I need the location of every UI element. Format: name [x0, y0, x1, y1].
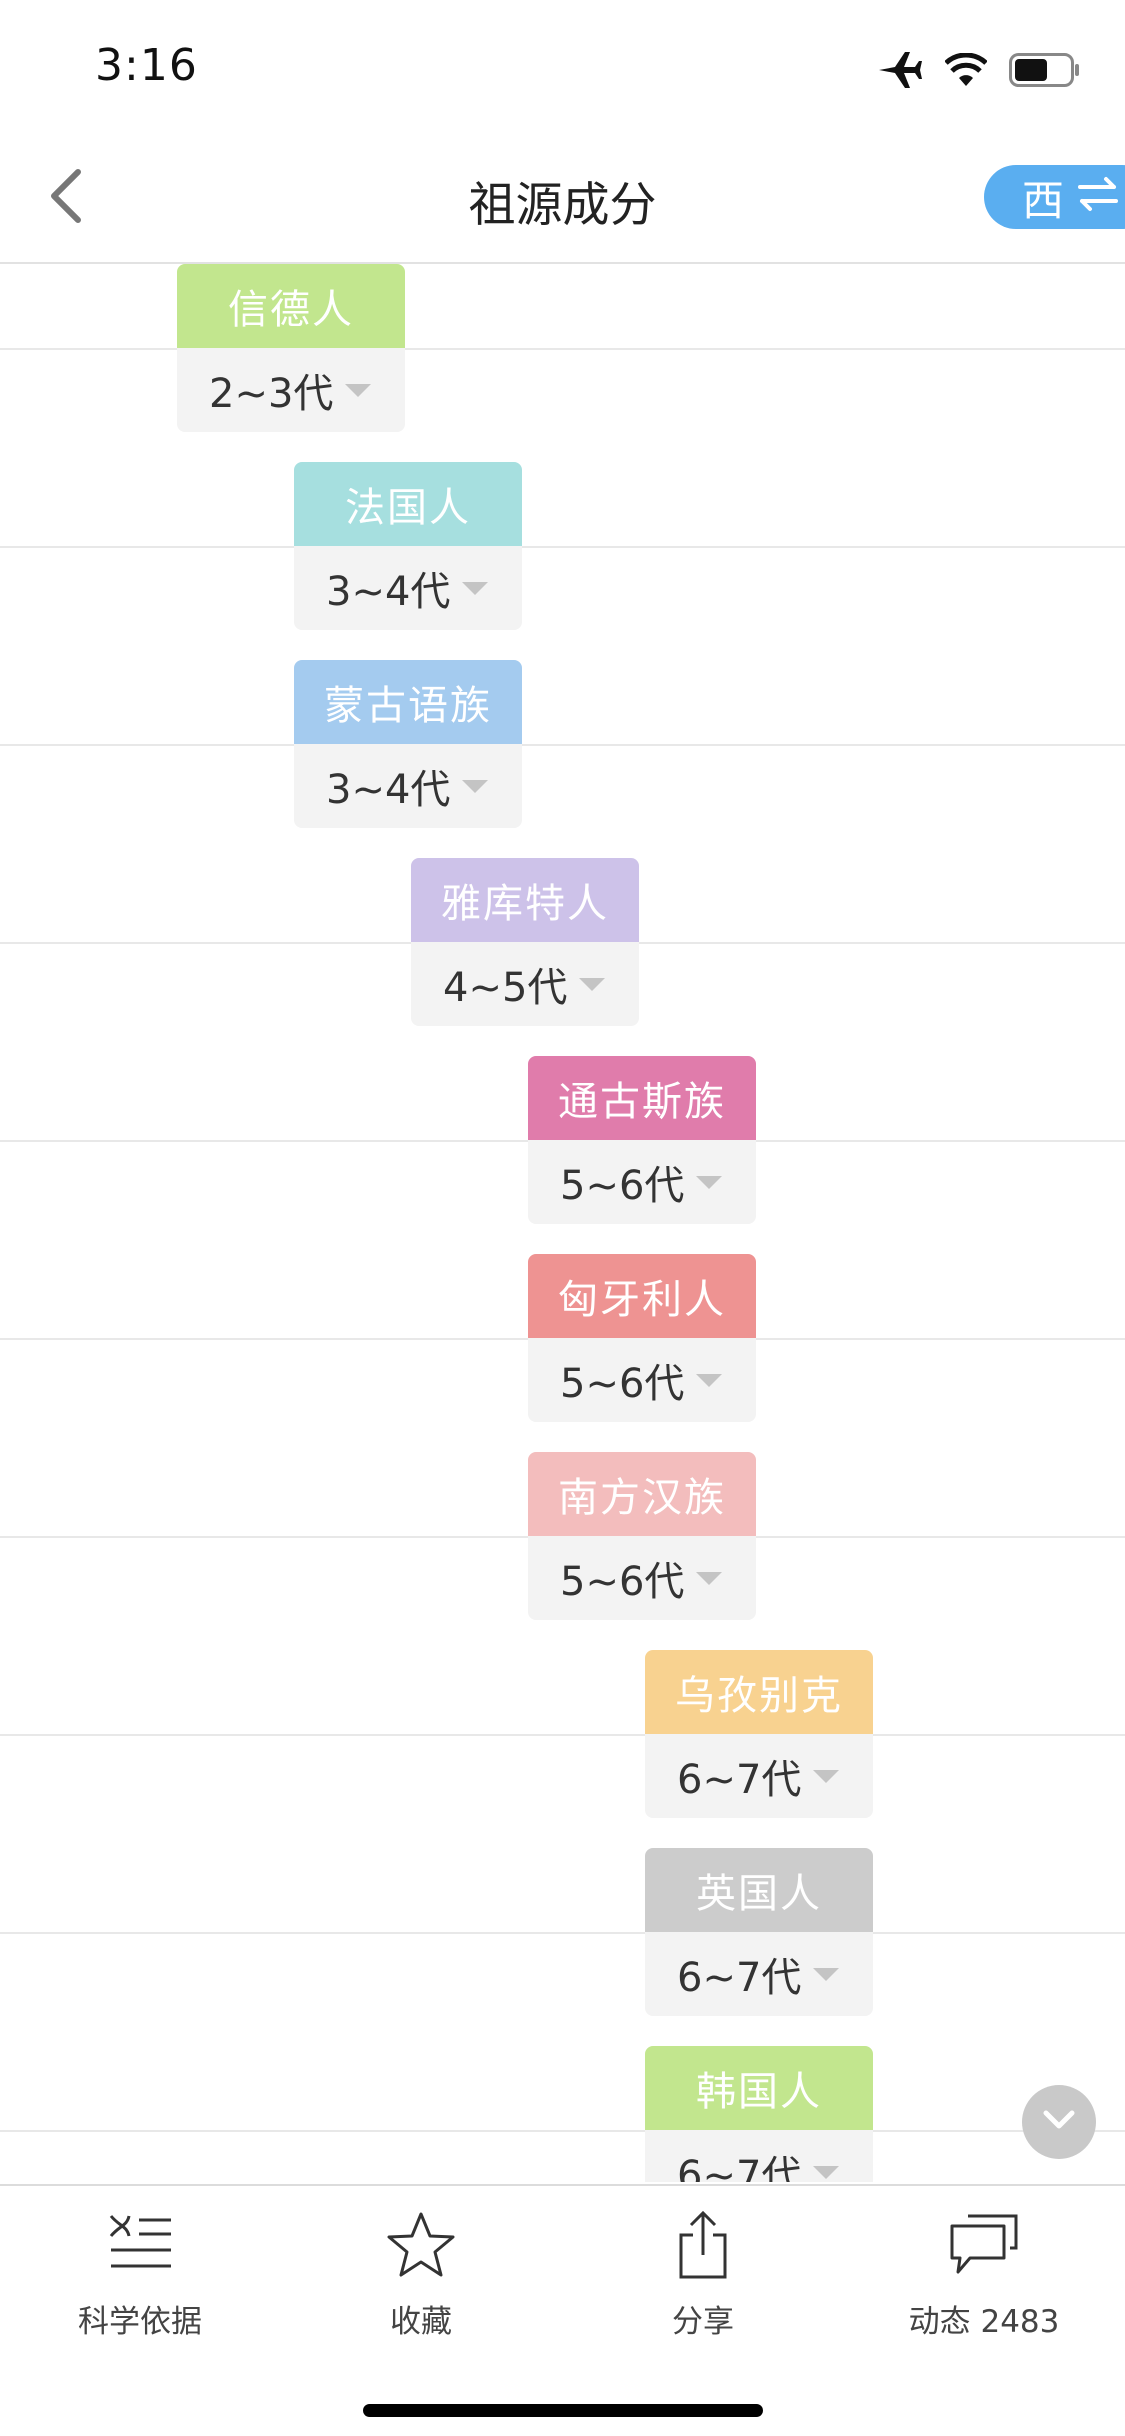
tab-label: 收藏 [390, 2304, 452, 2340]
caret-down-icon [462, 779, 488, 793]
ancestry-card[interactable]: 匈牙利人 5~6代 [528, 1254, 756, 1422]
generation-selector[interactable]: 5~6代 [528, 1140, 756, 1224]
tab-label: 动态 2483 [908, 2304, 1060, 2340]
caret-down-icon [813, 1967, 839, 1981]
ancestry-card[interactable]: 乌孜别克 6~7代 [645, 1650, 873, 1818]
ancestry-row: 英国人 6~7代 [0, 1848, 1125, 2046]
generation-selector[interactable]: 3~4代 [294, 546, 522, 630]
tab-favorite[interactable]: 收藏 [311, 2206, 531, 2356]
generation-value: 6~7代 [677, 1757, 802, 1803]
generation-value: 5~6代 [560, 1163, 685, 1209]
ancestry-list[interactable]: 信德人 2~3代 法国人 3~4代 蒙古语族 3~4代 雅库特人 4~5代 通古… [0, 264, 1125, 2182]
generation-value: 6~7代 [677, 1955, 802, 2001]
ancestry-name: 英国人 [645, 1848, 873, 1932]
star-icon [385, 2206, 457, 2284]
scroll-down-button[interactable] [1022, 2085, 1096, 2159]
generation-value: 5~6代 [560, 1559, 685, 1605]
ancestry-row: 蒙古语族 3~4代 [0, 660, 1125, 858]
ancestry-name: 匈牙利人 [528, 1254, 756, 1338]
generation-selector[interactable]: 5~6代 [528, 1536, 756, 1620]
chat-bubbles-icon [948, 2206, 1020, 2284]
ancestry-row: 乌孜别克 6~7代 [0, 1650, 1125, 1848]
tab-science[interactable]: 科学依据 [30, 2206, 250, 2356]
ancestry-name: 雅库特人 [411, 858, 639, 942]
generation-selector[interactable]: 6~7代 [645, 1734, 873, 1818]
wifi-icon [944, 52, 988, 91]
airplane-icon [877, 50, 923, 94]
home-indicator[interactable] [363, 2404, 763, 2417]
caret-down-icon [813, 1769, 839, 1783]
region-toggle-button[interactable]: 西 [984, 165, 1125, 229]
ancestry-card[interactable]: 蒙古语族 3~4代 [294, 660, 522, 828]
tab-bar: 科学依据 收藏 分享 动态 2483 [0, 2184, 1125, 2436]
row-divider [0, 744, 1125, 746]
ancestry-card[interactable]: 韩国人 6~7代 [645, 2046, 873, 2182]
generation-value: 2~3代 [209, 371, 334, 417]
generation-value: 5~6代 [560, 1361, 685, 1407]
dna-list-icon [105, 2206, 175, 2284]
ancestry-name: 乌孜别克 [645, 1650, 873, 1734]
page-title: 祖源成分 [468, 178, 657, 233]
swap-arrows-icon [1078, 173, 1119, 222]
generation-selector[interactable]: 4~5代 [411, 942, 639, 1026]
ancestry-card[interactable]: 信德人 2~3代 [177, 264, 405, 432]
tab-share[interactable]: 分享 [593, 2206, 813, 2356]
ancestry-card[interactable]: 通古斯族 5~6代 [528, 1056, 756, 1224]
ancestry-name: 南方汉族 [528, 1452, 756, 1536]
caret-down-icon [462, 581, 488, 595]
generation-selector[interactable]: 2~3代 [177, 348, 405, 432]
caret-down-icon [696, 1373, 722, 1387]
tab-label: 科学依据 [78, 2304, 202, 2340]
status-bar: 3:16 [0, 0, 1125, 132]
ancestry-row: 雅库特人 4~5代 [0, 858, 1125, 1056]
tab-activity[interactable]: 动态 2483 [874, 2206, 1094, 2356]
caret-down-icon [579, 977, 605, 991]
caret-down-icon [696, 1175, 722, 1189]
status-time: 3:16 [95, 40, 198, 91]
ancestry-name: 信德人 [177, 264, 405, 348]
ancestry-name: 通古斯族 [528, 1056, 756, 1140]
generation-value: 3~4代 [326, 767, 451, 813]
ancestry-row: 通古斯族 5~6代 [0, 1056, 1125, 1254]
screen: 3:16 祖源成分 西 信德人 2~3代 法国人 3~4代 蒙古语族 3~4代 … [0, 0, 1125, 2436]
ancestry-row: 匈牙利人 5~6代 [0, 1254, 1125, 1452]
chevron-down-icon [1042, 2109, 1076, 2135]
ancestry-name: 法国人 [294, 462, 522, 546]
generation-selector[interactable]: 5~6代 [528, 1338, 756, 1422]
share-icon [673, 2206, 733, 2284]
battery-icon [1009, 53, 1081, 91]
ancestry-row: 韩国人 6~7代 [0, 2046, 1125, 2182]
caret-down-icon [813, 2165, 839, 2179]
caret-down-icon [345, 383, 371, 397]
ancestry-name: 韩国人 [645, 2046, 873, 2130]
generation-value: 6~7代 [677, 2153, 802, 2182]
ancestry-name: 蒙古语族 [294, 660, 522, 744]
ancestry-row: 信德人 2~3代 [0, 264, 1125, 462]
row-divider [0, 1734, 1125, 1736]
ancestry-card[interactable]: 南方汉族 5~6代 [528, 1452, 756, 1620]
ancestry-row: 法国人 3~4代 [0, 462, 1125, 660]
generation-selector[interactable]: 6~7代 [645, 2130, 873, 2182]
ancestry-card[interactable]: 英国人 6~7代 [645, 1848, 873, 2016]
row-divider [0, 1932, 1125, 1934]
status-icons [877, 50, 1081, 94]
toggle-label: 西 [1022, 175, 1065, 225]
ancestry-card[interactable]: 法国人 3~4代 [294, 462, 522, 630]
caret-down-icon [696, 1571, 722, 1585]
row-divider [0, 348, 1125, 350]
generation-value: 4~5代 [443, 965, 568, 1011]
ancestry-card[interactable]: 雅库特人 4~5代 [411, 858, 639, 1026]
generation-value: 3~4代 [326, 569, 451, 615]
generation-selector[interactable]: 6~7代 [645, 1932, 873, 2016]
tab-label: 分享 [672, 2304, 734, 2340]
row-divider [0, 2130, 1125, 2132]
generation-selector[interactable]: 3~4代 [294, 744, 522, 828]
nav-bar: 祖源成分 西 [0, 132, 1125, 264]
row-divider [0, 546, 1125, 548]
ancestry-row: 南方汉族 5~6代 [0, 1452, 1125, 1650]
